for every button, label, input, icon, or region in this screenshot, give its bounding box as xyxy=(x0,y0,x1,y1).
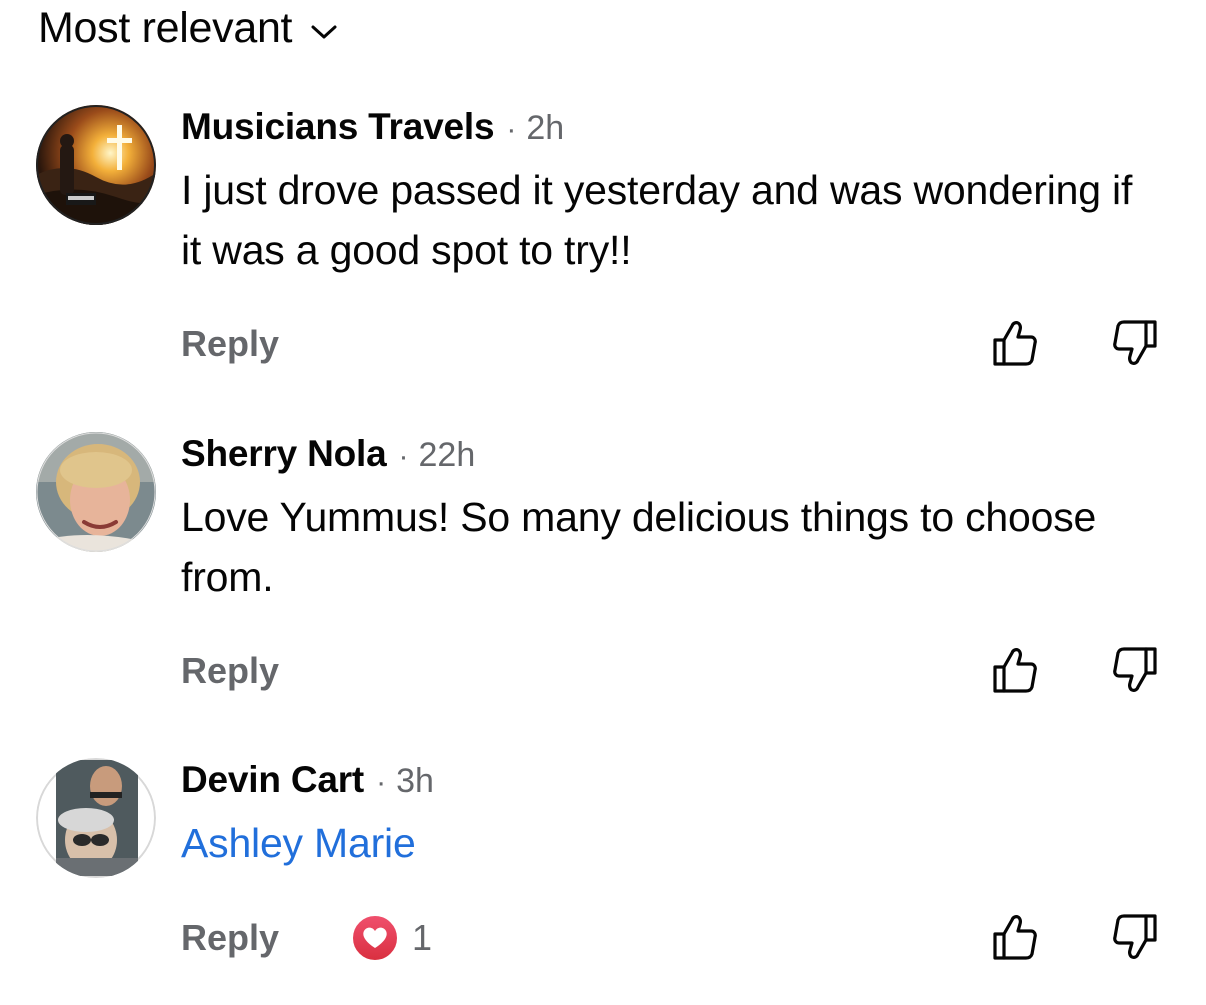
comment-author[interactable]: Devin Cart xyxy=(181,759,364,801)
heart-icon xyxy=(351,914,399,962)
reply-button[interactable]: Reply xyxy=(181,323,279,365)
separator-dot: · xyxy=(376,766,387,799)
separator-dot: · xyxy=(398,440,409,473)
thumbs-down-icon[interactable] xyxy=(1110,912,1160,962)
comment-header: Musicians Travels · 2h xyxy=(181,106,564,148)
thumbs-up-icon[interactable] xyxy=(990,912,1040,962)
comment-time[interactable]: 3h xyxy=(396,762,434,801)
comment-text: Love Yummus! So many delicious things to… xyxy=(181,494,1097,600)
reply-button[interactable]: Reply xyxy=(181,917,279,959)
avatar[interactable] xyxy=(36,105,156,225)
comment-header: Sherry Nola · 22h xyxy=(181,433,475,475)
thumbs-up-icon[interactable] xyxy=(990,645,1040,695)
reply-button[interactable]: Reply xyxy=(181,650,279,692)
separator-dot: · xyxy=(506,113,517,146)
reaction-summary[interactable]: 1 xyxy=(350,913,432,963)
avatar[interactable] xyxy=(36,432,156,552)
thumbs-up-icon[interactable] xyxy=(990,318,1040,368)
sort-dropdown[interactable]: Most relevant xyxy=(38,4,338,53)
avatar[interactable] xyxy=(36,758,156,878)
thumbs-down-icon[interactable] xyxy=(1110,645,1160,695)
thumbs-down-icon[interactable] xyxy=(1110,318,1160,368)
mention-link[interactable]: Ashley Marie xyxy=(181,820,416,866)
comment-text: Ashley Marie xyxy=(181,813,1141,873)
comment-author[interactable]: Sherry Nola xyxy=(181,433,387,475)
comment-author[interactable]: Musicians Travels xyxy=(181,106,495,148)
sort-label: Most relevant xyxy=(38,4,293,52)
chevron-down-icon xyxy=(311,25,337,38)
comment-header: Devin Cart · 3h xyxy=(181,759,434,801)
reaction-count: 1 xyxy=(412,917,433,958)
comment-time[interactable]: 22h xyxy=(419,436,476,475)
comment-text: I just drove passed it yesterday and was… xyxy=(181,167,1133,273)
comment-time[interactable]: 2h xyxy=(526,109,564,148)
